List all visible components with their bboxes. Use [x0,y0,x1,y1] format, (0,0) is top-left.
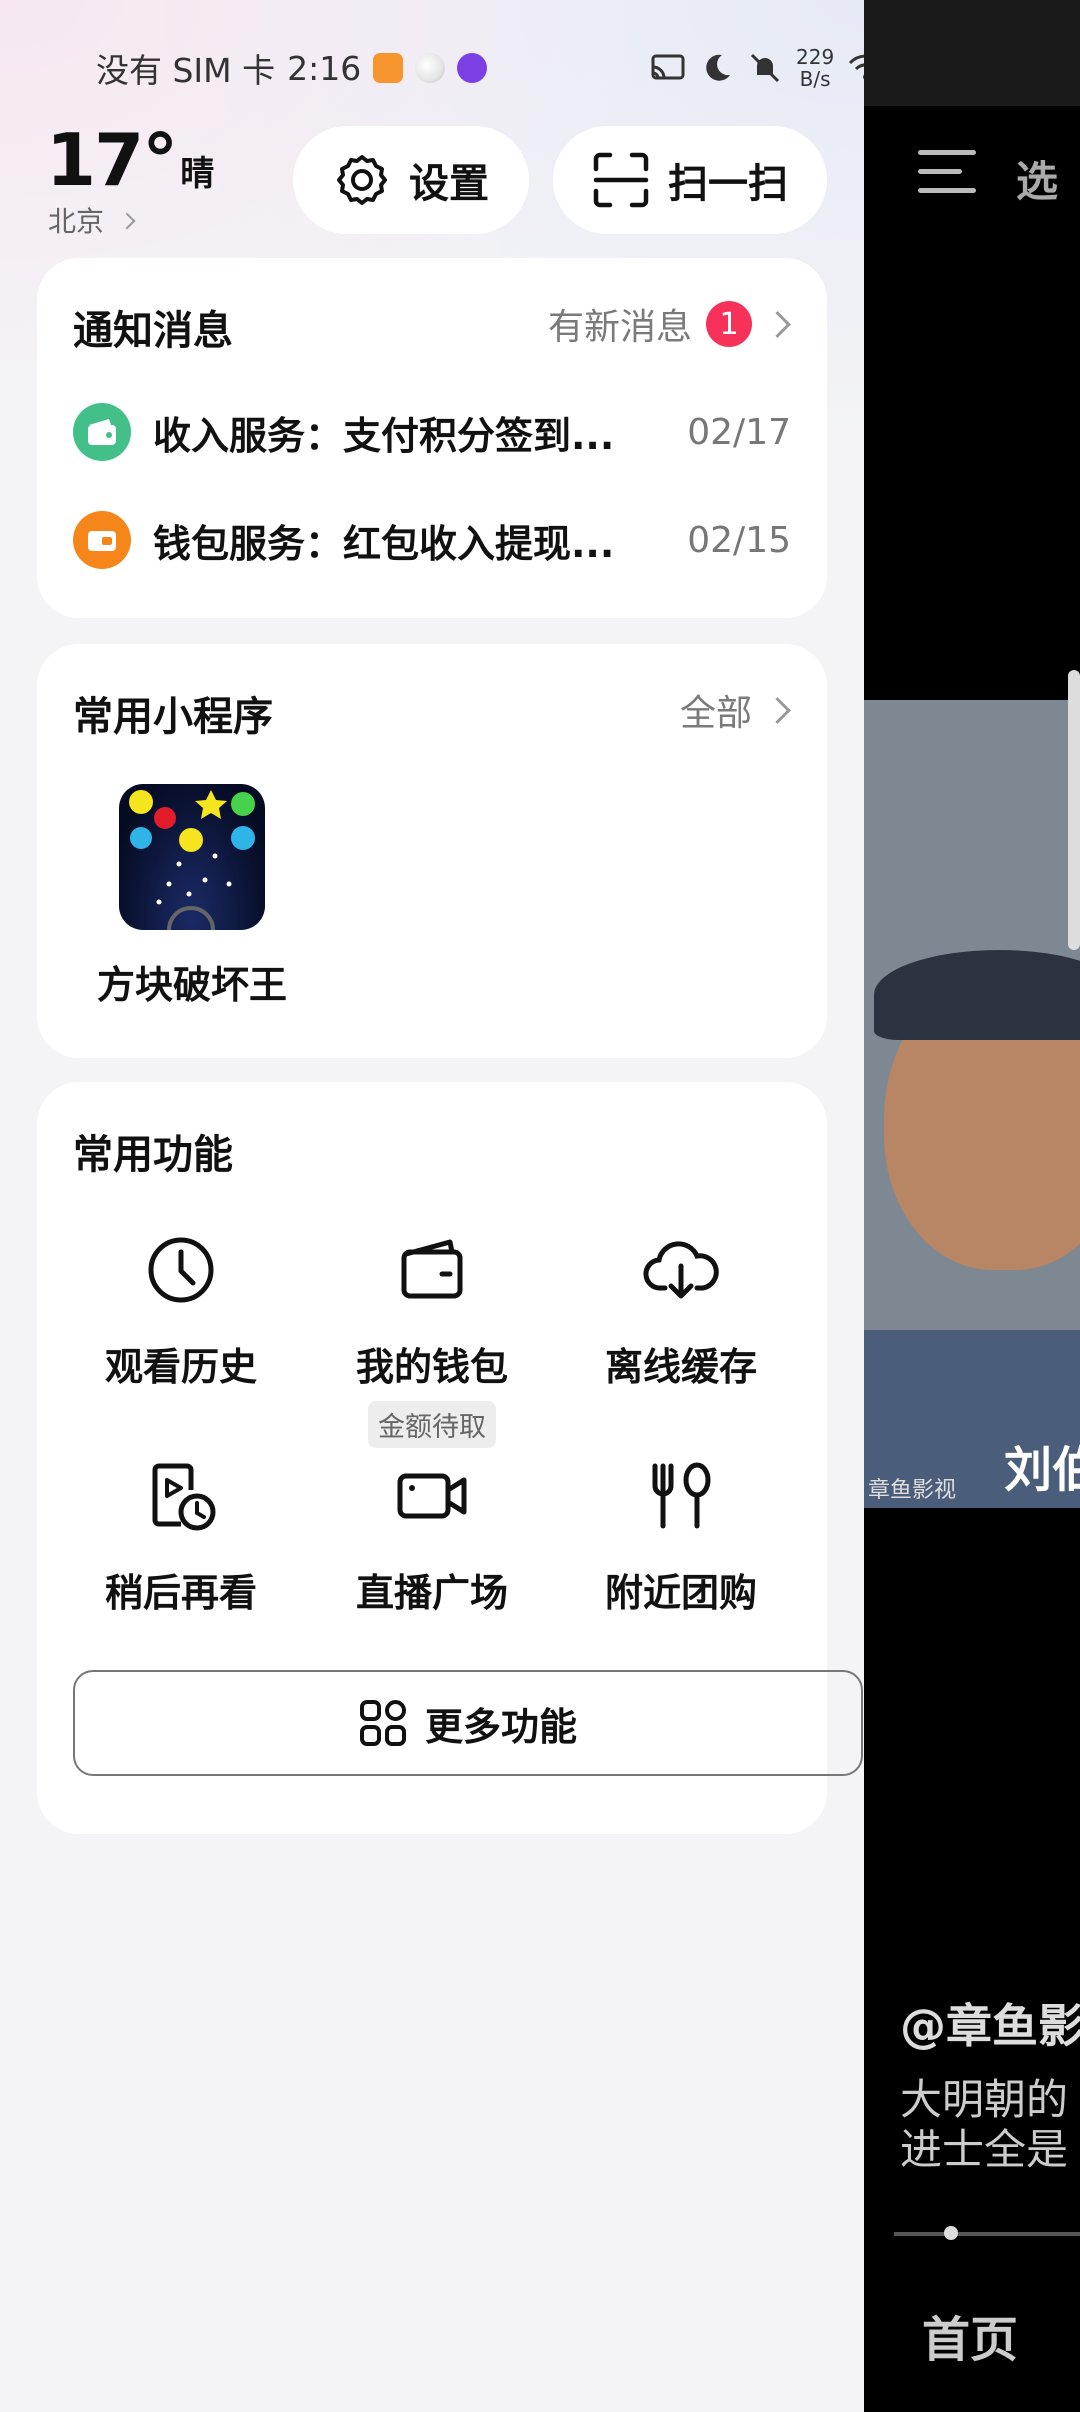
all-mini-programs-link[interactable]: 全部 [679,684,791,736]
settings-button[interactable]: 设置 [293,126,529,234]
mute-bell-icon [750,53,780,83]
video-description: 大明朝的 进士全是 [900,2075,1068,2175]
cast-icon [651,54,685,80]
nav-home-tab[interactable]: 首页 [922,2300,1018,2370]
offline-cache-button[interactable]: 离线缓存 [557,1230,805,1391]
wallet-icon [401,1239,463,1299]
video-progress-bar[interactable] [894,2232,1080,2236]
video-subtitle: 刘伯 [1004,1442,1080,1498]
watch-later-icon [152,1463,216,1531]
city-selector[interactable]: 北京 [48,200,136,240]
video-author[interactable]: @章鱼影 [900,1990,1080,2056]
watch-later-label: 稍后再看 [104,1571,257,1615]
unread-count-badge: 1 [706,301,752,347]
scan-label: 扫一扫 [668,161,788,207]
video-status-bar [864,0,1080,106]
mini-program-label: 方块破坏王 [96,963,287,1007]
notifications-card: 通知消息 有新消息 1 收入服务：支付积分签到... 02/17 钱包服务：红包… [37,258,827,618]
notification-text: 收入服务：支付积分签到... [153,413,615,458]
notification-item[interactable]: 钱包服务：红包收入提现... 02/15 [73,510,791,570]
live-plaza-button[interactable]: 直播广场 [308,1456,556,1617]
moon-icon [706,54,730,81]
notification-date: 02/17 [687,411,791,453]
status-bar-right: 229 B/s [650,38,864,98]
app-notification-icon [415,53,446,83]
all-label: 全部 [679,693,752,734]
wifi-icon [849,54,864,80]
side-scroll-handle[interactable] [1068,670,1080,950]
my-wallet-button[interactable]: 我的钱包 金额待取 [308,1230,556,1448]
video-description-line: 大明朝的 [900,2075,1069,2124]
chevron-right-icon [764,310,791,338]
side-drawer: 没有 SIM 卡 2:16 229 B/s 17° 晴 北京 设置 扫一扫 通知消… [0,0,864,2412]
more-functions-label: 更多功能 [424,1704,577,1749]
app-notification-icon [457,53,488,83]
functions-card: 常用功能 观看历史 我的钱包 金额待取 离线缓存 稍后再看 直播广场 附近团购 [37,1082,863,1834]
weather-condition: 晴 [180,154,215,194]
wallet-pending-badge: 金额待取 [368,1401,496,1448]
notification-text: 钱包服务：红包收入提现... [153,521,615,566]
video-description-line: 进士全是 [900,2125,1069,2174]
video-camera-icon [397,1473,467,1519]
nearby-group-buy-label: 附近团购 [604,1571,757,1615]
nearby-group-buy-button[interactable]: 附近团购 [557,1456,805,1617]
scan-button[interactable]: 扫一扫 [553,126,827,234]
gear-icon [337,155,387,205]
weather-widget[interactable]: 17° 晴 [46,120,214,200]
app-notification-icon [373,53,404,83]
video-watermark: 章鱼影视 [868,1478,957,1503]
more-functions-button[interactable]: 更多功能 [73,1670,863,1776]
notifications-title: 通知消息 [73,308,233,354]
status-bar-left: 没有 SIM 卡 2:16 [96,44,488,92]
temperature: 17° [46,118,178,202]
watch-history-label: 观看历史 [104,1345,257,1389]
mini-programs-title: 常用小程序 [73,694,273,740]
menu-icon[interactable] [918,150,976,207]
speed-value: 229 [796,45,835,69]
mini-programs-card: 常用小程序 全部 方块破坏王 [37,644,827,1058]
wallet-icon [73,403,131,461]
grid-apps-icon [359,1700,406,1746]
offline-cache-label: 离线缓存 [604,1345,757,1389]
new-messages-link[interactable]: 有新消息 1 [547,298,791,350]
clock-icon [148,1237,214,1303]
functions-title: 常用功能 [73,1132,233,1178]
my-wallet-label: 我的钱包 [355,1345,508,1389]
chevron-right-icon [118,212,136,230]
carrier-text: 没有 SIM 卡 [96,51,276,90]
video-feed-panel[interactable]: 选 刘伯 章鱼影视 @章鱼影 大明朝的 进士全是 首页 [864,0,1080,2412]
feed-tab[interactable]: 选 [1016,148,1058,209]
fork-spoon-icon [652,1462,711,1529]
chevron-right-icon [764,696,791,724]
watch-later-button[interactable]: 稍后再看 [57,1456,305,1617]
settings-label: 设置 [409,161,489,207]
live-plaza-label: 直播广场 [355,1571,508,1615]
notification-item[interactable]: 收入服务：支付积分签到... 02/17 [73,402,791,462]
wallet-icon [73,511,131,569]
video-frame[interactable]: 刘伯 章鱼影视 [864,700,1080,1508]
scan-icon [593,152,649,208]
city-name: 北京 [48,205,105,238]
clock-text: 2:16 [287,48,362,88]
mini-program-item[interactable]: 方块破坏王 [85,784,299,1009]
video-person-hair [874,950,1080,1040]
block-breaker-game-icon [119,784,265,930]
watch-history-button[interactable]: 观看历史 [57,1230,305,1391]
network-speed: 229 B/s [796,46,834,90]
speed-unit: B/s [799,67,831,91]
new-messages-label: 有新消息 [547,307,692,348]
video-progress-handle[interactable] [944,2226,958,2240]
cloud-download-icon [643,1241,719,1299]
notification-date: 02/15 [687,519,791,561]
